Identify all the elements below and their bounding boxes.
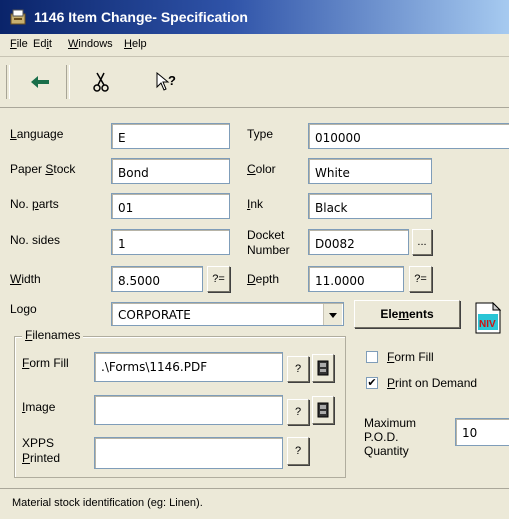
whats-this-help-icon: ? xyxy=(156,72,176,91)
print-on-demand-checkbox-label[interactable]: Print on Demand xyxy=(387,376,477,390)
status-bar: Material stock identification (eg: Linen… xyxy=(0,488,509,519)
app-icon xyxy=(10,9,26,25)
xpps-printed-label-line2: Printed xyxy=(22,451,61,465)
no-sides-label: No. sides xyxy=(10,233,61,247)
menu-windows[interactable]: Windows xyxy=(68,38,113,50)
width-field[interactable]: 8.5000 xyxy=(111,266,203,292)
scanner-icon xyxy=(317,360,329,376)
toolbar-separator xyxy=(66,65,70,99)
scissors-icon xyxy=(93,72,109,92)
form-fill-help-button[interactable]: ? xyxy=(287,356,309,382)
type-field[interactable]: 010000 xyxy=(308,123,509,149)
depth-label: Depth xyxy=(247,272,280,286)
xpps-printed-help-button[interactable]: ? xyxy=(287,437,309,465)
no-parts-label: No. parts xyxy=(10,197,59,211)
menu-help[interactable]: Help xyxy=(124,38,147,50)
niv-document-icon[interactable]: NIV xyxy=(475,302,501,334)
menu-bar: File Edit Windows Help xyxy=(0,34,509,57)
chevron-down-icon[interactable] xyxy=(323,304,342,325)
xpps-printed-field[interactable] xyxy=(94,437,283,469)
docket-number-field[interactable]: D0082 xyxy=(308,229,409,255)
max-pod-quantity-field[interactable]: 10 xyxy=(455,418,509,446)
form-fill-checkbox-label[interactable]: Form Fill xyxy=(387,350,434,364)
docket-browse-button[interactable]: ... xyxy=(412,229,432,255)
ink-label: Ink xyxy=(247,197,264,211)
paper-stock-label: Paper Stock xyxy=(10,162,76,176)
width-calc-button[interactable]: ?= xyxy=(207,266,230,292)
elements-button[interactable]: Ele m ents xyxy=(354,300,460,328)
no-sides-field[interactable]: 1 xyxy=(111,229,230,255)
depth-field[interactable]: 11.0000 xyxy=(308,266,404,292)
back-arrow-icon xyxy=(31,76,49,88)
form-fill-checkbox[interactable] xyxy=(366,351,378,363)
window-title: 1146 Item Change- Specification xyxy=(34,9,248,25)
cut-button[interactable] xyxy=(86,68,116,96)
svg-text:NIV: NIV xyxy=(479,319,496,330)
depth-calc-button[interactable]: ?= xyxy=(409,266,432,292)
application-window: 1146 Item Change- Specification File Edi… xyxy=(0,0,509,519)
toolbar: ? xyxy=(0,57,509,108)
filenames-group-title: Filenames xyxy=(22,328,84,342)
image-field[interactable] xyxy=(94,395,283,425)
title-bar[interactable]: 1146 Item Change- Specification xyxy=(0,0,509,34)
image-label: Image xyxy=(22,400,56,414)
menu-file[interactable]: File xyxy=(10,38,28,50)
toolbar-separator xyxy=(6,65,10,99)
color-label: Color xyxy=(247,162,276,176)
svg-text:?: ? xyxy=(168,73,176,88)
type-label: Type xyxy=(247,127,274,141)
max-pod-quantity-label-line1: Maximum xyxy=(364,416,417,430)
language-label: Language xyxy=(10,127,64,141)
back-button[interactable] xyxy=(26,68,56,96)
language-field[interactable]: E xyxy=(111,123,230,149)
status-text: Material stock identification (eg: Linen… xyxy=(12,497,203,509)
whats-this-button[interactable]: ? xyxy=(152,68,182,96)
xpps-printed-label-line1: XPPS xyxy=(22,436,55,450)
logo-dropdown[interactable]: CORPORATE xyxy=(111,302,344,326)
color-field[interactable]: White xyxy=(308,158,432,184)
form-fill-label: Form Fill xyxy=(22,356,69,370)
docket-number-label-line1: Docket xyxy=(247,228,285,242)
image-scan-button[interactable] xyxy=(312,396,334,424)
max-pod-quantity-label-line2: P.O.D. xyxy=(364,430,399,444)
max-pod-quantity-label-line3: Quantity xyxy=(364,444,409,458)
docket-number-label-line2: Number xyxy=(247,243,290,257)
logo-label: Logo xyxy=(10,302,37,316)
menu-edit[interactable]: Edit xyxy=(33,38,52,50)
form-fill-scan-button[interactable] xyxy=(312,354,334,382)
ink-field[interactable]: Black xyxy=(308,193,432,219)
scanner-icon xyxy=(317,402,329,418)
paper-stock-field[interactable]: Bond xyxy=(111,158,230,184)
logo-dropdown-value: CORPORATE xyxy=(118,308,191,322)
no-parts-field[interactable]: 01 xyxy=(111,193,230,219)
form-fill-field[interactable]: .\Forms\1146.PDF xyxy=(94,352,283,382)
image-help-button[interactable]: ? xyxy=(287,399,309,425)
width-label: Width xyxy=(10,272,41,286)
print-on-demand-checkbox[interactable]: ✔ xyxy=(366,377,378,389)
checkmark-icon: ✔ xyxy=(367,377,377,389)
